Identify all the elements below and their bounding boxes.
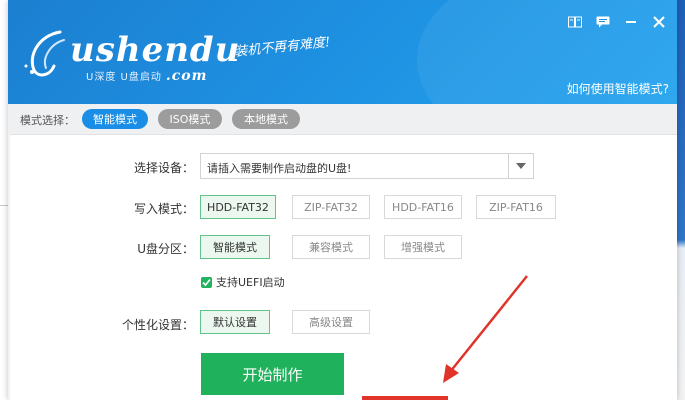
close-icon[interactable] xyxy=(651,14,667,30)
checkmark-icon xyxy=(201,276,212,288)
logo-dotcom: .com xyxy=(165,68,208,84)
book-icon[interactable] xyxy=(567,14,583,30)
mode-tab-iso[interactable]: ISO模式 xyxy=(158,109,222,129)
logo-subtitle-text: U深度 U盘启动 xyxy=(86,72,162,83)
uefi-checkbox-label: 支持UEFI启动 xyxy=(216,276,285,289)
device-label: 选择设备： xyxy=(133,161,194,175)
personal-option-advanced[interactable]: 高级设置 xyxy=(292,310,370,334)
logo-subtitle: U深度 U盘启动 .com xyxy=(86,68,207,84)
mode-tab-smart[interactable]: 智能模式 xyxy=(82,109,148,129)
app-header: ushendu U深度 U盘启动 .com 装机不再有难度! 如何使用智能模式? xyxy=(8,0,677,104)
partition-option-smart[interactable]: 智能模式 xyxy=(200,235,270,259)
device-select-value: 请插入需要制作启动盘的U盘! xyxy=(207,162,352,175)
write-option-zip-fat16[interactable]: ZIP-FAT16 xyxy=(476,195,556,219)
start-button[interactable]: 开始制作 xyxy=(201,353,344,395)
window-controls xyxy=(567,14,667,30)
desktop-divider xyxy=(0,205,8,206)
help-link[interactable]: 如何使用智能模式? xyxy=(567,80,669,97)
logo-text: ushendu xyxy=(70,30,241,70)
partition-option-compatible[interactable]: 兼容模式 xyxy=(292,235,370,259)
app-window: ushendu U深度 U盘启动 .com 装机不再有难度! 如何使用智能模式? … xyxy=(8,0,677,400)
write-option-hdd-fat16[interactable]: HDD-FAT16 xyxy=(384,195,462,219)
write-option-zip-fat32[interactable]: ZIP-FAT32 xyxy=(292,195,370,219)
slogan: 装机不再有难度! xyxy=(233,35,331,60)
mode-selector-label: 模式选择： xyxy=(20,114,75,127)
uefi-checkbox[interactable]: 支持UEFI启动 xyxy=(201,274,285,290)
device-select[interactable]: 请插入需要制作启动盘的U盘! xyxy=(200,153,534,179)
write-mode-label: 写入模式： xyxy=(133,202,194,216)
content-left-edge xyxy=(8,134,10,400)
mode-selector-bar: 模式选择： 智能模式 ISO模式 本地模式 xyxy=(8,104,677,135)
partition-option-enhanced[interactable]: 增强模式 xyxy=(384,235,462,259)
personal-settings-label: 个性化设置： xyxy=(121,318,194,332)
annotation-red-box xyxy=(362,396,448,400)
write-option-hdd-fat32[interactable]: HDD-FAT32 xyxy=(200,195,276,219)
chevron-down-icon[interactable] xyxy=(508,154,533,178)
personal-option-default[interactable]: 默认设置 xyxy=(200,310,270,334)
partition-label: U盘分区： xyxy=(137,242,194,256)
minimize-icon[interactable] xyxy=(623,14,639,30)
logo-swirl-icon xyxy=(24,30,65,77)
mode-tab-local[interactable]: 本地模式 xyxy=(232,109,300,129)
message-icon[interactable] xyxy=(595,14,611,30)
